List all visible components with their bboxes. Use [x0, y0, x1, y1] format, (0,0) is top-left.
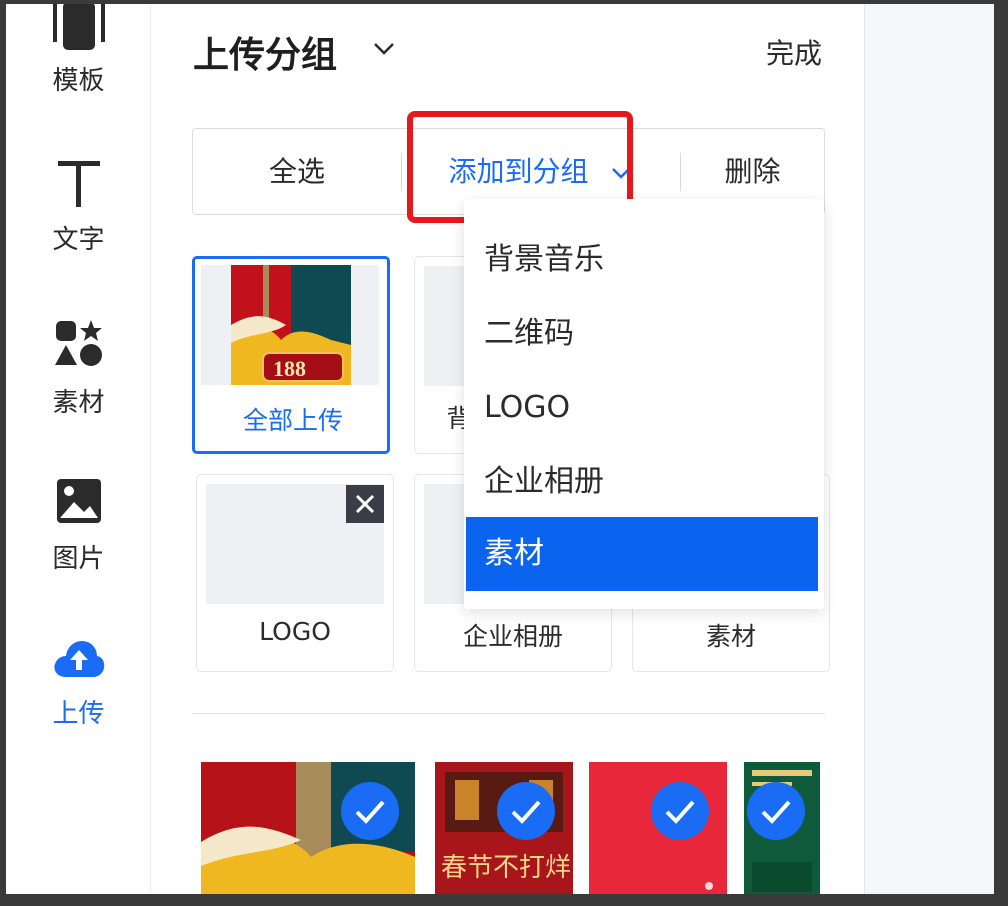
sidebar-item-label: 上传: [52, 699, 105, 729]
uploaded-photo[interactable]: 春节不打烊: [435, 762, 573, 894]
sidebar-item-image[interactable]: 图片: [6, 474, 151, 584]
add-to-group-dropdown: 背景音乐 二维码 LOGO 企业相册 素材: [464, 199, 824, 609]
shapes-icon: [54, 320, 102, 366]
group-card-logo[interactable]: LOGO: [196, 474, 394, 672]
image-icon: [56, 479, 101, 523]
app-window: 模板 文字 素材 图片 上传 上传分组 完成 全选 添加到分组 删除 188 全…: [6, 4, 994, 894]
check-icon: [747, 782, 805, 840]
sidebar-item-label: 图片: [52, 544, 105, 574]
upload-group-panel: 上传分组 完成 全选 添加到分组 删除 188 全部上传 背 LOGO 企业相册…: [151, 4, 864, 894]
page-title[interactable]: 上传分组: [193, 26, 337, 78]
sidebar-item-label: 模板: [52, 66, 105, 96]
sidebar-item-label: 文字: [52, 225, 105, 255]
chevron-down-icon[interactable]: [373, 42, 395, 56]
sidebar-item-template[interactable]: 模板: [6, 4, 151, 114]
close-icon: [355, 494, 375, 514]
festival-thumbnail: 188: [201, 265, 379, 385]
sidebar-item-assets[interactable]: 素材: [6, 314, 151, 424]
canvas-area: [864, 4, 994, 894]
select-all-button[interactable]: 全选: [193, 129, 401, 214]
sidebar-item-upload[interactable]: 上传: [6, 639, 151, 749]
upload-cloud-icon: [53, 641, 104, 677]
group-card-label: LOGO: [259, 617, 331, 646]
dropdown-item[interactable]: 背景音乐: [466, 223, 818, 297]
dropdown-item[interactable]: LOGO: [466, 371, 818, 445]
uploaded-photo[interactable]: [201, 762, 415, 894]
section-divider: [192, 713, 825, 714]
poster-text: 春节不打烊: [441, 853, 571, 882]
check-icon: [651, 782, 709, 840]
check-icon: [497, 782, 555, 840]
sidebar: 模板 文字 素材 图片 上传: [6, 4, 151, 894]
dropdown-item[interactable]: 企业相册: [466, 445, 818, 519]
group-card-label: 素材: [705, 622, 756, 651]
done-button[interactable]: 完成: [766, 32, 822, 72]
uploaded-photo[interactable]: [589, 762, 727, 894]
group-card-label: 企业相册: [462, 622, 563, 651]
dropdown-item-selected[interactable]: 素材: [466, 517, 818, 591]
check-icon: [341, 782, 399, 840]
template-icon: [52, 4, 105, 50]
uploaded-photo[interactable]: [744, 762, 820, 894]
text-icon: [57, 161, 100, 207]
delete-group-button[interactable]: [346, 485, 384, 523]
sidebar-item-text[interactable]: 文字: [6, 154, 151, 264]
thumb-badge-text: 188: [273, 356, 306, 381]
sidebar-item-label: 素材: [52, 388, 105, 418]
dropdown-item[interactable]: 二维码: [466, 297, 818, 371]
